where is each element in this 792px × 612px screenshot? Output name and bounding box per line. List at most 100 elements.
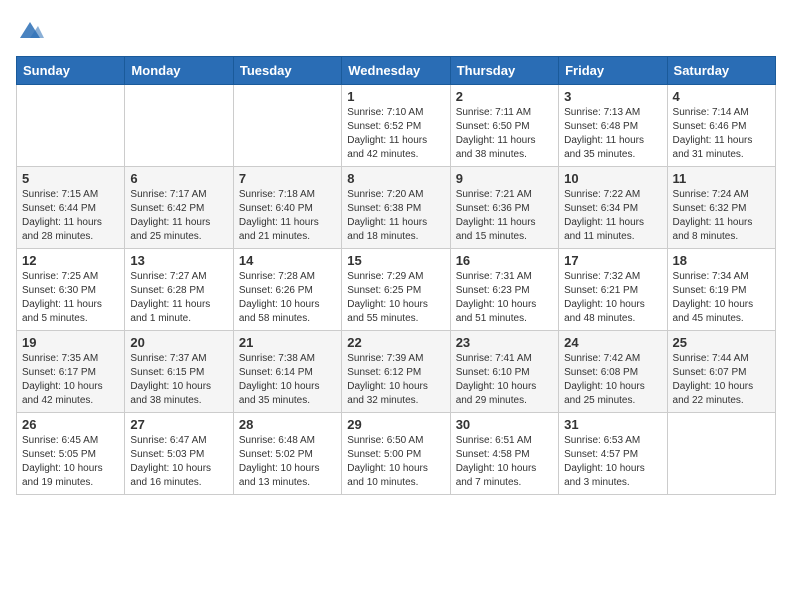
calendar-cell: 23 Sunrise: 7:41 AM Sunset: 6:10 PM Dayli… [450,331,558,413]
day-number: 31 [564,417,661,432]
day-info: Sunrise: 7:24 AM Sunset: 6:32 PM Dayligh… [673,188,770,244]
day-number: 22 [347,335,444,350]
day-info: Sunrise: 7:41 AM Sunset: 6:10 PM Dayligh… [456,352,553,408]
day-number: 19 [22,335,119,350]
day-info: Sunrise: 6:53 AM Sunset: 4:57 PM Dayligh… [564,434,661,490]
calendar-cell: 6 Sunrise: 7:17 AM Sunset: 6:42 PM Daylig… [125,167,233,249]
calendar-cell: 26 Sunrise: 6:45 AM Sunset: 5:05 PM Dayli… [17,413,125,495]
day-header-wednesday: Wednesday [342,57,450,85]
day-info: Sunrise: 7:25 AM Sunset: 6:30 PM Dayligh… [22,270,119,326]
day-header-tuesday: Tuesday [233,57,341,85]
calendar-cell: 11 Sunrise: 7:24 AM Sunset: 6:32 PM Dayli… [667,167,775,249]
logo [16,16,48,44]
calendar-cell: 10Sunrise: 7:22 AM Sunset: 6:34 PM Dayli… [559,167,667,249]
calendar-cell: 18 Sunrise: 7:34 AM Sunset: 6:19 PM Dayli… [667,249,775,331]
day-info: Sunrise: 7:14 AM Sunset: 6:46 PM Dayligh… [673,106,770,162]
day-number: 23 [456,335,553,350]
day-header-saturday: Saturday [667,57,775,85]
day-number: 2 [456,89,553,104]
logo-icon [16,16,44,44]
calendar-cell: 20Sunrise: 7:37 AM Sunset: 6:15 PM Dayli… [125,331,233,413]
calendar-cell: 5Sunrise: 7:15 AM Sunset: 6:44 PM Daylig… [17,167,125,249]
day-number: 20 [130,335,227,350]
week-row-4: 19 Sunrise: 7:35 AM Sunset: 6:17 PM Dayli… [17,331,776,413]
calendar-cell [233,85,341,167]
day-info: Sunrise: 7:31 AM Sunset: 6:23 PM Dayligh… [456,270,553,326]
day-info: Sunrise: 7:35 AM Sunset: 6:17 PM Dayligh… [22,352,119,408]
day-number: 9 [456,171,553,186]
day-number: 14 [239,253,336,268]
day-info: Sunrise: 7:39 AM Sunset: 6:12 PM Dayligh… [347,352,444,408]
day-info: Sunrise: 7:27 AM Sunset: 6:28 PM Dayligh… [130,270,227,326]
day-number: 17 [564,253,661,268]
day-info: Sunrise: 7:29 AM Sunset: 6:25 PM Dayligh… [347,270,444,326]
day-info: Sunrise: 7:28 AM Sunset: 6:26 PM Dayligh… [239,270,336,326]
day-number: 4 [673,89,770,104]
calendar-cell: 24 Sunrise: 7:42 AM Sunset: 6:08 PM Dayli… [559,331,667,413]
calendar-cell: 3 Sunrise: 7:13 AM Sunset: 6:48 PM Daylig… [559,85,667,167]
day-number: 11 [673,171,770,186]
calendar-cell: 25 Sunrise: 7:44 AM Sunset: 6:07 PM Dayli… [667,331,775,413]
day-header-monday: Monday [125,57,233,85]
week-row-3: 12Sunrise: 7:25 AM Sunset: 6:30 PM Dayli… [17,249,776,331]
calendar-cell: 12Sunrise: 7:25 AM Sunset: 6:30 PM Dayli… [17,249,125,331]
day-info: Sunrise: 7:10 AM Sunset: 6:52 PM Dayligh… [347,106,444,162]
day-number: 27 [130,417,227,432]
day-info: Sunrise: 6:50 AM Sunset: 5:00 PM Dayligh… [347,434,444,490]
day-info: Sunrise: 7:17 AM Sunset: 6:42 PM Dayligh… [130,188,227,244]
day-info: Sunrise: 7:32 AM Sunset: 6:21 PM Dayligh… [564,270,661,326]
calendar-cell: 9Sunrise: 7:21 AM Sunset: 6:36 PM Daylig… [450,167,558,249]
day-info: Sunrise: 6:47 AM Sunset: 5:03 PM Dayligh… [130,434,227,490]
day-number: 7 [239,171,336,186]
week-row-1: 1 Sunrise: 7:10 AM Sunset: 6:52 PM Daylig… [17,85,776,167]
calendar-cell: 8 Sunrise: 7:20 AM Sunset: 6:38 PM Daylig… [342,167,450,249]
calendar-cell: 7 Sunrise: 7:18 AM Sunset: 6:40 PM Daylig… [233,167,341,249]
calendar-cell: 4 Sunrise: 7:14 AM Sunset: 6:46 PM Daylig… [667,85,775,167]
day-info: Sunrise: 7:18 AM Sunset: 6:40 PM Dayligh… [239,188,336,244]
day-number: 10 [564,171,661,186]
day-info: Sunrise: 7:34 AM Sunset: 6:19 PM Dayligh… [673,270,770,326]
day-info: Sunrise: 6:48 AM Sunset: 5:02 PM Dayligh… [239,434,336,490]
calendar-cell: 29 Sunrise: 6:50 AM Sunset: 5:00 PM Dayli… [342,413,450,495]
day-info: Sunrise: 7:13 AM Sunset: 6:48 PM Dayligh… [564,106,661,162]
calendar-cell [667,413,775,495]
calendar-cell: 2Sunrise: 7:11 AM Sunset: 6:50 PM Daylig… [450,85,558,167]
calendar-cell: 27 Sunrise: 6:47 AM Sunset: 5:03 PM Dayli… [125,413,233,495]
day-number: 28 [239,417,336,432]
day-header-thursday: Thursday [450,57,558,85]
calendar-cell: 21Sunrise: 7:38 AM Sunset: 6:14 PM Dayli… [233,331,341,413]
calendar-cell: 16 Sunrise: 7:31 AM Sunset: 6:23 PM Dayli… [450,249,558,331]
day-number: 18 [673,253,770,268]
day-number: 6 [130,171,227,186]
calendar-cell [125,85,233,167]
day-number: 8 [347,171,444,186]
day-info: Sunrise: 7:42 AM Sunset: 6:08 PM Dayligh… [564,352,661,408]
calendar-table: SundayMondayTuesdayWednesdayThursdayFrid… [16,56,776,495]
day-info: Sunrise: 6:45 AM Sunset: 5:05 PM Dayligh… [22,434,119,490]
week-row-2: 5Sunrise: 7:15 AM Sunset: 6:44 PM Daylig… [17,167,776,249]
calendar-cell [17,85,125,167]
calendar-header-row: SundayMondayTuesdayWednesdayThursdayFrid… [17,57,776,85]
day-info: Sunrise: 7:38 AM Sunset: 6:14 PM Dayligh… [239,352,336,408]
day-number: 3 [564,89,661,104]
day-number: 25 [673,335,770,350]
calendar-cell: 14 Sunrise: 7:28 AM Sunset: 6:26 PM Dayli… [233,249,341,331]
day-number: 26 [22,417,119,432]
calendar-cell: 19 Sunrise: 7:35 AM Sunset: 6:17 PM Dayli… [17,331,125,413]
day-header-sunday: Sunday [17,57,125,85]
day-header-friday: Friday [559,57,667,85]
calendar-cell: 30Sunrise: 6:51 AM Sunset: 4:58 PM Dayli… [450,413,558,495]
day-info: Sunrise: 6:51 AM Sunset: 4:58 PM Dayligh… [456,434,553,490]
day-info: Sunrise: 7:20 AM Sunset: 6:38 PM Dayligh… [347,188,444,244]
day-number: 1 [347,89,444,104]
day-number: 29 [347,417,444,432]
day-info: Sunrise: 7:44 AM Sunset: 6:07 PM Dayligh… [673,352,770,408]
day-info: Sunrise: 7:15 AM Sunset: 6:44 PM Dayligh… [22,188,119,244]
day-number: 16 [456,253,553,268]
calendar-cell: 31 Sunrise: 6:53 AM Sunset: 4:57 PM Dayli… [559,413,667,495]
day-number: 24 [564,335,661,350]
page-header [16,16,776,44]
day-number: 15 [347,253,444,268]
calendar-cell: 17 Sunrise: 7:32 AM Sunset: 6:21 PM Dayli… [559,249,667,331]
calendar-cell: 13Sunrise: 7:27 AM Sunset: 6:28 PM Dayli… [125,249,233,331]
